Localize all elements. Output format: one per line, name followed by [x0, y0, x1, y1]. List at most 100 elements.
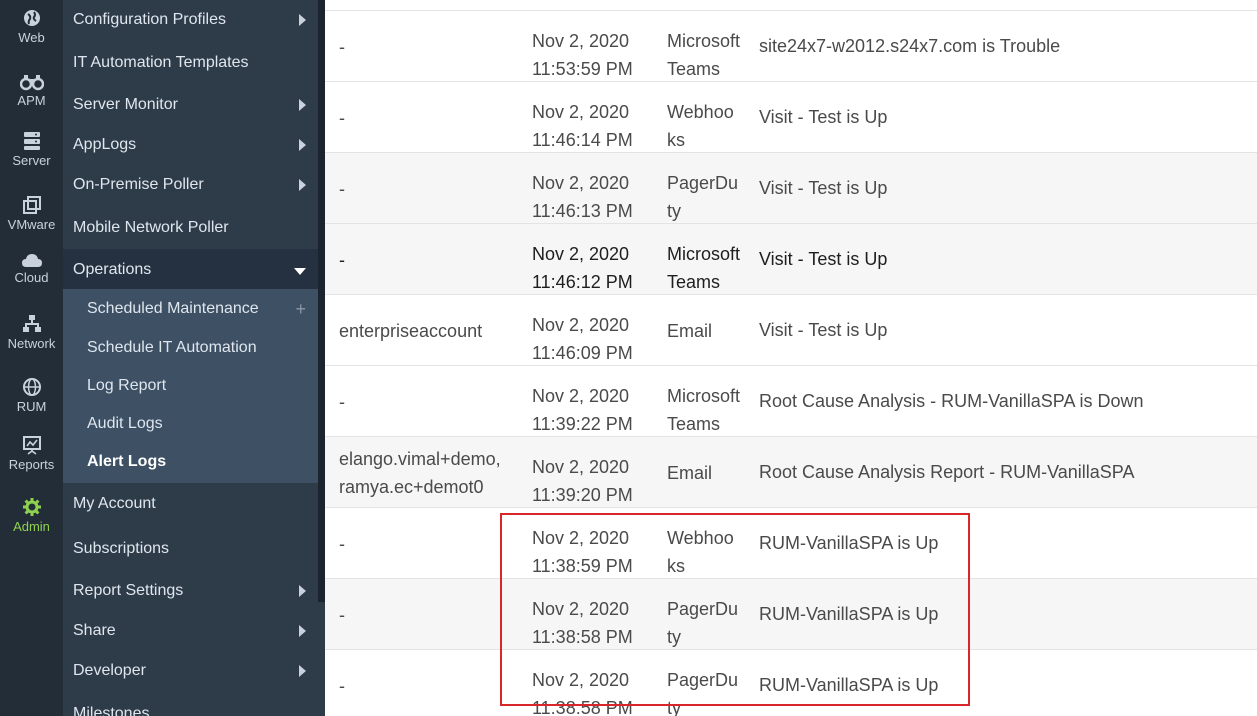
menu-item-label: My Account: [73, 495, 156, 512]
cell-message: Root Cause Analysis - RUM-VanillaSPA is …: [759, 391, 1144, 411]
cell-message: Visit - Test is Up: [759, 320, 888, 340]
rail-item-reports[interactable]: Reports: [0, 436, 63, 472]
submenu-item-label: Alert Logs: [87, 453, 167, 470]
table-row[interactable]: elango.vimal+demo, ramya.ec+demot0 Nov 2…: [325, 437, 1257, 508]
cell-time: Nov 2, 2020 11:46:13 PM: [532, 169, 652, 225]
server-icon: [23, 132, 40, 150]
rail-label: Admin: [13, 519, 50, 534]
cell-clock: 11:46:12 PM: [532, 272, 633, 292]
cell-clock: 11:46:14 PM: [532, 130, 633, 150]
cell-date: Nov 2, 2020: [532, 102, 630, 122]
cell-user: -: [339, 391, 345, 412]
menu-item-label: Server Monitor: [73, 96, 178, 113]
submenu-item-scheduled-maintenance[interactable]: Scheduled Maintenance +: [87, 298, 318, 320]
cell-message: Visit - Test is Up: [759, 107, 888, 127]
submenu-item-log-report[interactable]: Log Report: [87, 375, 166, 397]
rail-item-cloud[interactable]: Cloud: [0, 252, 63, 285]
rail-item-rum[interactable]: RUM: [0, 377, 63, 414]
submenu-item-audit-logs[interactable]: Audit Logs: [87, 413, 163, 435]
table-row[interactable]: - Nov 2, 2020 11:39:22 PM Microsoft Teams…: [325, 366, 1257, 437]
submenu-item-label: Schedule IT Automation: [87, 339, 257, 356]
rail-item-apm[interactable]: APM: [0, 73, 63, 108]
cell-channel: Email: [667, 462, 713, 483]
cell-user: -: [339, 604, 345, 625]
cell-clock: 11:39:22 PM: [532, 414, 633, 434]
cell-channel: Email: [667, 320, 713, 341]
cell-message: Visit - Test is Up: [759, 249, 888, 269]
rail-label: VMware: [7, 217, 56, 232]
cell-channel: Webhooks: [667, 102, 734, 150]
cell-user: -: [339, 36, 345, 57]
menu-item-it-automation-templates[interactable]: IT Automation Templates: [63, 52, 318, 74]
menu-item-label: Milestones: [73, 705, 150, 716]
chevron-right-icon: [299, 179, 306, 191]
cell-date: Nov 2, 2020: [532, 315, 630, 335]
table-row[interactable]: - Nov 2, 2020 11:46:13 PM PagerDuty Visit…: [325, 153, 1257, 224]
menu-item-mobile-network-poller[interactable]: Mobile Network Poller: [63, 217, 318, 239]
chevron-right-icon: [299, 665, 306, 677]
table-row[interactable]: enterpriseaccount Nov 2, 2020 11:46:09 PM…: [325, 295, 1257, 366]
menu-item-report-settings[interactable]: Report Settings: [63, 580, 318, 602]
menu-item-on-premise-poller[interactable]: On-Premise Poller: [63, 174, 318, 196]
reports-icon: [22, 436, 41, 455]
add-icon[interactable]: +: [295, 298, 306, 320]
menu-item-server-monitor[interactable]: Server Monitor: [63, 94, 318, 116]
menu-item-label: Operations: [73, 261, 152, 278]
menu-item-operations[interactable]: Operations: [63, 259, 318, 281]
menu-item-configuration-profiles[interactable]: Configuration Profiles: [63, 9, 318, 31]
cell-clock: 11:39:20 PM: [532, 485, 633, 505]
cell-clock: 11:46:09 PM: [532, 343, 633, 363]
chevron-right-icon: [299, 14, 306, 26]
chevron-down-icon: [294, 268, 306, 275]
cell-time: Nov 2, 2020 11:39:20 PM: [532, 453, 652, 509]
menu-item-milestones[interactable]: Milestones: [63, 703, 318, 716]
chevron-right-icon: [299, 625, 306, 637]
menu-item-applogs[interactable]: AppLogs: [63, 134, 318, 156]
product-rail: Web APM Server VMware Cloud Network RUM …: [0, 0, 63, 716]
cell-user: enterpriseaccount: [339, 320, 483, 341]
rum-globe-icon: [22, 378, 41, 396]
cell-date: Nov 2, 2020: [532, 173, 630, 193]
cell-time: Nov 2, 2020 11:46:14 PM: [532, 98, 652, 154]
chevron-right-icon: [299, 585, 306, 597]
rail-item-vmware[interactable]: VMware: [0, 195, 63, 232]
rail-label: Web: [18, 30, 45, 45]
menu-item-label: On-Premise Poller: [73, 176, 204, 193]
submenu-item-label: Scheduled Maintenance: [87, 300, 259, 317]
table-row[interactable]: - Nov 2, 2020 11:53:59 PM Microsoft Teams…: [325, 11, 1257, 82]
menu-item-label: Developer: [73, 662, 146, 679]
rail-item-web[interactable]: Web: [0, 8, 63, 45]
menu-item-label: Subscriptions: [73, 540, 170, 557]
menu-item-subscriptions[interactable]: Subscriptions: [63, 538, 318, 560]
cell-clock: 11:53:59 PM: [532, 59, 633, 79]
rail-item-admin[interactable]: Admin: [0, 497, 63, 534]
table-row[interactable]: - Nov 2, 2020 11:46:12 PM Microsoft Teams…: [325, 224, 1257, 295]
cell-user: -: [339, 675, 345, 696]
network-icon: [22, 315, 41, 332]
chevron-right-icon: [299, 139, 306, 151]
cell-message: Visit - Test is Up: [759, 178, 888, 198]
submenu-item-alert-logs[interactable]: Alert Logs: [87, 451, 166, 473]
admin-menu: Configuration Profiles IT Automation Tem…: [63, 0, 325, 716]
menu-item-my-account[interactable]: My Account: [63, 493, 318, 515]
rail-label: Network: [7, 336, 56, 351]
vmware-icon: [22, 196, 41, 214]
rail-label: RUM: [16, 399, 47, 414]
submenu-item-schedule-it-automation[interactable]: Schedule IT Automation: [87, 337, 257, 359]
rail-item-network[interactable]: Network: [0, 314, 63, 351]
cell-date: Nov 2, 2020: [532, 457, 630, 477]
menu-item-share[interactable]: Share: [63, 620, 318, 642]
cell-channel: Microsoft Teams: [667, 31, 741, 79]
rail-label: Reports: [8, 457, 55, 472]
cell-time: Nov 2, 2020 11:39:22 PM: [532, 382, 652, 438]
cell-message: site24x7-w2012.s24x7.com is Trouble: [759, 36, 1061, 56]
menu-scrollbar[interactable]: [318, 0, 325, 602]
rail-item-server[interactable]: Server: [0, 131, 63, 168]
binoculars-icon: [19, 75, 44, 91]
menu-item-developer[interactable]: Developer: [63, 660, 318, 682]
table-row[interactable]: - Nov 2, 2020 11:46:14 PM Webhooks Visit …: [325, 82, 1257, 153]
cell-user: -: [339, 533, 345, 554]
menu-item-label: IT Automation Templates: [73, 54, 249, 71]
cell-user: -: [339, 249, 345, 270]
cell-user: elango.vimal+demo, ramya.ec+demot0: [339, 448, 501, 497]
